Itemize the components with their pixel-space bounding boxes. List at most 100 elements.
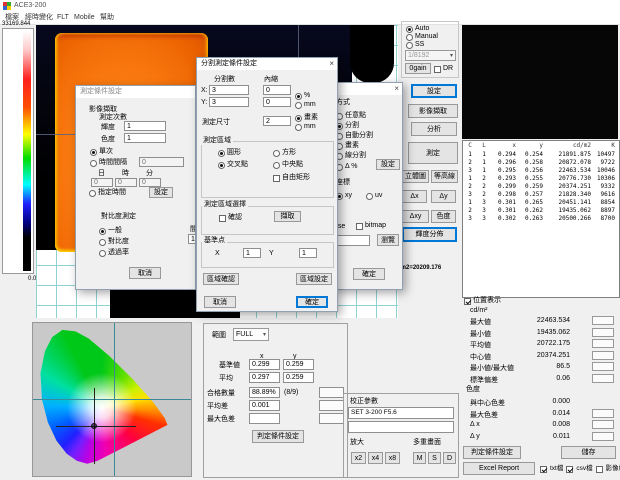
zoom-x2-button[interactable]: x2 xyxy=(351,452,366,464)
analyze-button[interactable]: 分析 xyxy=(411,122,457,136)
specified-time-radio[interactable] xyxy=(89,190,96,197)
reference-y-field[interactable]: 0.259 xyxy=(283,359,314,370)
specified-time-row[interactable]: 指定時間 xyxy=(89,189,126,197)
size-field[interactable]: 2 xyxy=(263,116,291,126)
x-inset-field[interactable]: 0 xyxy=(263,85,291,95)
bitmap-path-field[interactable] xyxy=(333,235,370,246)
chroma-count-field[interactable]: 1 xyxy=(124,133,166,143)
stat-result-box[interactable] xyxy=(592,362,614,371)
stat-result-box[interactable] xyxy=(592,339,614,348)
inset-percent-row[interactable]: % xyxy=(295,92,310,100)
judge-condition-button[interactable]: 判定條件設定 xyxy=(463,446,521,459)
bitmap-checkbox[interactable] xyxy=(356,223,363,230)
bitmap-checkbox-row[interactable]: bitmap xyxy=(356,222,386,230)
area-cross-row[interactable]: 交叉點 xyxy=(218,161,248,169)
method-any-point[interactable]: 任意點 xyxy=(336,112,366,120)
delta-x-button[interactable]: Δx xyxy=(402,190,427,203)
pixel-unit-radio[interactable] xyxy=(295,115,302,122)
excel-report-button[interactable]: Excel Report xyxy=(463,462,535,475)
transmittance-radio[interactable] xyxy=(99,250,106,257)
center-point-radio[interactable] xyxy=(273,162,280,169)
method-set-button[interactable]: 設定 xyxy=(376,159,400,170)
circle-radio[interactable] xyxy=(218,150,225,157)
method-delta[interactable]: Δ % xyxy=(336,163,357,171)
delta-y-button[interactable]: Δy xyxy=(431,190,456,203)
interval-radio[interactable] xyxy=(90,160,97,167)
calibration-preset-field[interactable]: SET 3-200 F5.6 xyxy=(348,407,454,419)
luminance-dist-button[interactable]: 輝度分佈 xyxy=(402,227,457,242)
base-x-field[interactable]: 1 xyxy=(243,248,261,258)
day-field[interactable]: 0 xyxy=(91,178,113,187)
area-set-button[interactable]: 區域設定 xyxy=(296,273,332,285)
percent-radio[interactable] xyxy=(295,93,302,100)
stat-result-box[interactable] xyxy=(592,328,614,337)
close-icon[interactable]: × xyxy=(329,59,334,69)
zoom-x4-button[interactable]: x4 xyxy=(368,452,383,464)
average-y-field[interactable]: 0.259 xyxy=(283,372,314,383)
split-cancel-button[interactable]: 取消 xyxy=(204,296,236,308)
results-row[interactable]: 110.2940.25421891.87510497 xyxy=(463,151,619,159)
chroma-result-box[interactable] xyxy=(592,420,614,429)
method-auto-division[interactable]: 自動分割 xyxy=(336,132,373,140)
method-pixel[interactable]: 畫素 xyxy=(336,142,359,150)
uv-radio[interactable] xyxy=(366,193,373,200)
area-confirm-button[interactable]: 區域確認 xyxy=(203,273,239,285)
cie-diagram-panel[interactable] xyxy=(32,322,192,477)
transmittance-row[interactable]: 透過率 xyxy=(99,249,129,257)
contrast-row[interactable]: 對比度 xyxy=(99,238,129,246)
set-button[interactable]: 設定 xyxy=(411,84,457,98)
y-division-field[interactable]: 3 xyxy=(209,97,249,107)
multi-m-button[interactable]: M xyxy=(413,452,426,464)
view-3d-button[interactable]: 立體圖 xyxy=(402,170,429,183)
confirm-checkbox-row[interactable]: 確認 xyxy=(219,214,242,222)
coord-xy[interactable]: xy xyxy=(336,192,352,200)
interval-value-field[interactable]: 0 xyxy=(139,157,184,167)
method-line-division[interactable]: 線分割 xyxy=(336,152,366,160)
chroma-result-box[interactable] xyxy=(592,409,614,418)
multi-s-button[interactable]: S xyxy=(428,452,441,464)
x-division-field[interactable]: 3 xyxy=(209,85,249,95)
area-rect-row[interactable]: 方形 xyxy=(273,149,296,157)
close-icon[interactable]: × xyxy=(394,84,399,94)
position-display-checkbox[interactable] xyxy=(464,298,471,305)
contour-button[interactable]: 等高線 xyxy=(431,170,458,183)
zoom-x8-button[interactable]: x8 xyxy=(385,452,400,464)
y-inset-field[interactable]: 0 xyxy=(263,97,291,107)
inset-mm-radio[interactable] xyxy=(295,102,302,109)
normal-row[interactable]: 一般 xyxy=(99,227,122,235)
results-table[interactable]: CLxycd/m2K 110.2940.25421891.87510497210… xyxy=(462,140,620,298)
stat-result-box[interactable] xyxy=(592,316,614,325)
csv-checkbox[interactable] xyxy=(566,466,573,473)
reference-x-field[interactable]: 0.299 xyxy=(249,359,280,370)
area-circle-row[interactable]: 圓形 xyxy=(218,149,241,157)
exposure-auto[interactable]: Auto xyxy=(406,25,429,33)
chroma-result-box[interactable] xyxy=(592,432,614,441)
gain-button[interactable]: 0gain xyxy=(405,63,431,74)
menu-item-help[interactable]: 幫助 xyxy=(100,14,114,22)
results-row[interactable]: 310.2950.25622463.53410046 xyxy=(463,167,619,175)
results-row[interactable]: 330.3020.26320500.2668700 xyxy=(463,215,619,223)
stat-result-box[interactable] xyxy=(592,351,614,360)
exposure-manual[interactable]: Manual xyxy=(406,33,438,41)
inset-mm-row[interactable]: mm xyxy=(295,101,316,109)
confirm-checkbox[interactable] xyxy=(219,215,226,222)
exposure-ss[interactable]: SS xyxy=(406,41,424,49)
area-free-row[interactable]: 自由矩形 xyxy=(273,174,310,182)
menu-item-mobile[interactable]: Mobile xyxy=(74,14,95,22)
results-row[interactable]: 130.3010.26520451.1418854 xyxy=(463,199,619,207)
time-set-button[interactable]: 設定 xyxy=(149,187,173,198)
rect-radio[interactable] xyxy=(273,150,280,157)
single-radio[interactable] xyxy=(90,149,97,156)
interval-row[interactable]: 時間間隔 xyxy=(90,159,127,167)
size-mm-row[interactable]: mm xyxy=(295,123,316,131)
free-rect-checkbox[interactable] xyxy=(273,175,280,182)
multi-d-button[interactable]: D xyxy=(443,452,456,464)
luminance-count-field[interactable]: 1 xyxy=(124,121,166,131)
menu-item-flt[interactable]: FLT xyxy=(57,14,69,22)
split-ok-button[interactable]: 確定 xyxy=(296,296,328,308)
method-division[interactable]: 分割 xyxy=(336,122,359,130)
size-pixel-row[interactable]: 畫素 xyxy=(295,114,318,122)
manual-radio[interactable] xyxy=(406,34,413,41)
area-center-row[interactable]: 中央點 xyxy=(273,161,303,169)
results-row[interactable]: 320.2980.25721828.3409616 xyxy=(463,191,619,199)
